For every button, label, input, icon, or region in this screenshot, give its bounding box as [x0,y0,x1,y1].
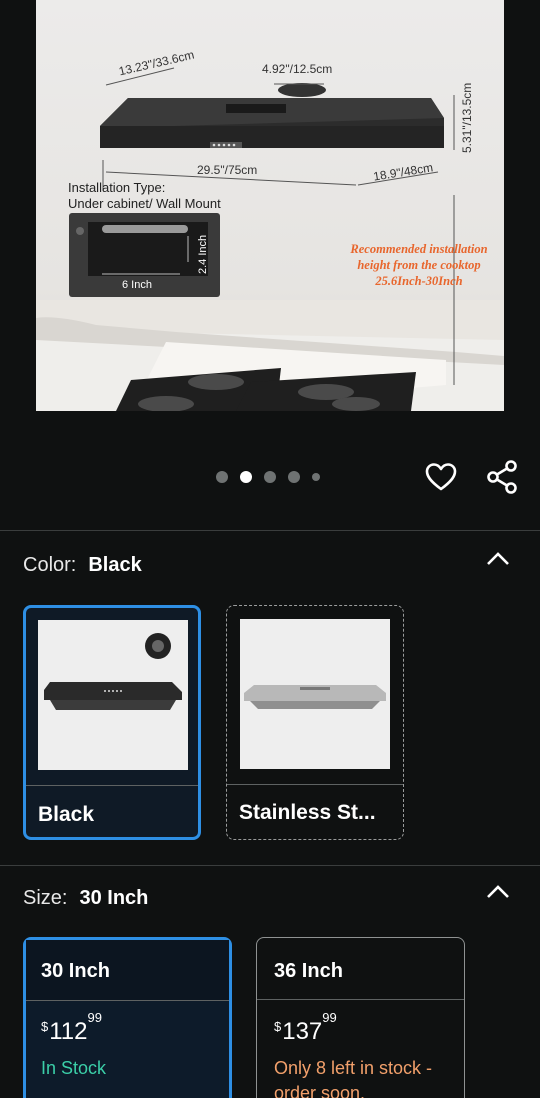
share-icon [487,460,517,494]
recommended-height-note: Recommended installation height from the… [338,241,500,289]
size-value: 30 Inch [79,887,149,909]
black-hood-image [44,633,182,710]
carousel-dot[interactable] [216,471,228,483]
share-button[interactable] [482,457,522,497]
color-label: Color: [23,554,77,576]
stainless-hood-image [244,685,386,709]
color-header[interactable]: Color: Black [23,554,142,577]
price-whole: 137 [282,1018,323,1045]
carousel-dot-active[interactable] [240,471,252,483]
price-whole: 112 [49,1018,88,1045]
size-option-36-inch[interactable]: 36 Inch $13799 Only 8 left in stock - or… [256,937,465,1098]
installation-type-label: Installation Type: [68,180,166,195]
product-image[interactable]: 13.23"/33.6cm 4.92"/12.5cm 5.31"/13.5cm … [36,0,504,411]
color-thumbnail [240,619,390,769]
size-option-30-inch[interactable]: 30 Inch $11299 In Stock [23,937,232,1098]
carousel-dot[interactable] [288,471,300,483]
chevron-up-icon[interactable] [486,551,510,567]
size-option-price: $11299 [41,1010,102,1046]
carousel-dot[interactable] [264,471,276,483]
color-value: Black [88,554,142,576]
size-option-price: $13799 [274,1010,337,1046]
section-divider [0,865,540,866]
stock-status: In Stock [41,1058,107,1078]
color-option-label: Stainless St... [239,801,376,824]
stock-status: Only 8 left in stock - order soon. [274,1058,433,1098]
width-dimension: 29.5"/75cm [197,163,258,177]
cutout-height: 2.4 Inch [197,234,209,274]
price-currency: $ [274,1019,282,1034]
color-option-stainless[interactable]: Stainless St... [226,605,404,840]
size-label: Size: [23,887,68,909]
size-option-name: 30 Inch [41,960,110,982]
cutout-width: 6 Inch [122,279,152,291]
swatch-divider [227,784,403,785]
recommendation-line-1: Recommended installation [350,242,488,256]
chevron-up-icon[interactable] [486,884,510,900]
price-cents: 99 [322,1010,337,1025]
heart-icon [425,463,457,491]
section-divider [0,530,540,531]
size-option-divider [26,1000,229,1001]
swatch-divider [26,785,198,786]
recommendation-line-3: 25.6Inch-30Inch [375,274,463,288]
height-dimension: 5.31"/13.5cm [460,82,474,153]
color-option-black[interactable]: Black [23,605,201,840]
installation-type: Installation Type: Under cabinet/ Wall M… [68,180,221,212]
color-option-label: Black [38,803,95,826]
size-header[interactable]: Size: 30 Inch [23,887,148,910]
price-currency: $ [41,1019,49,1034]
carousel-dot[interactable] [312,473,320,481]
price-cents: 99 [87,1010,102,1025]
duct-dimension: 4.92"/12.5cm [262,62,333,76]
size-option-name: 36 Inch [274,960,343,982]
size-option-divider [257,999,464,1000]
color-thumbnail [38,620,188,770]
installation-type-value: Under cabinet/ Wall Mount [68,196,221,211]
carousel-dots[interactable] [216,471,320,483]
recommendation-line-2: height from the cooktop [357,258,481,272]
favorite-button[interactable] [422,458,460,496]
